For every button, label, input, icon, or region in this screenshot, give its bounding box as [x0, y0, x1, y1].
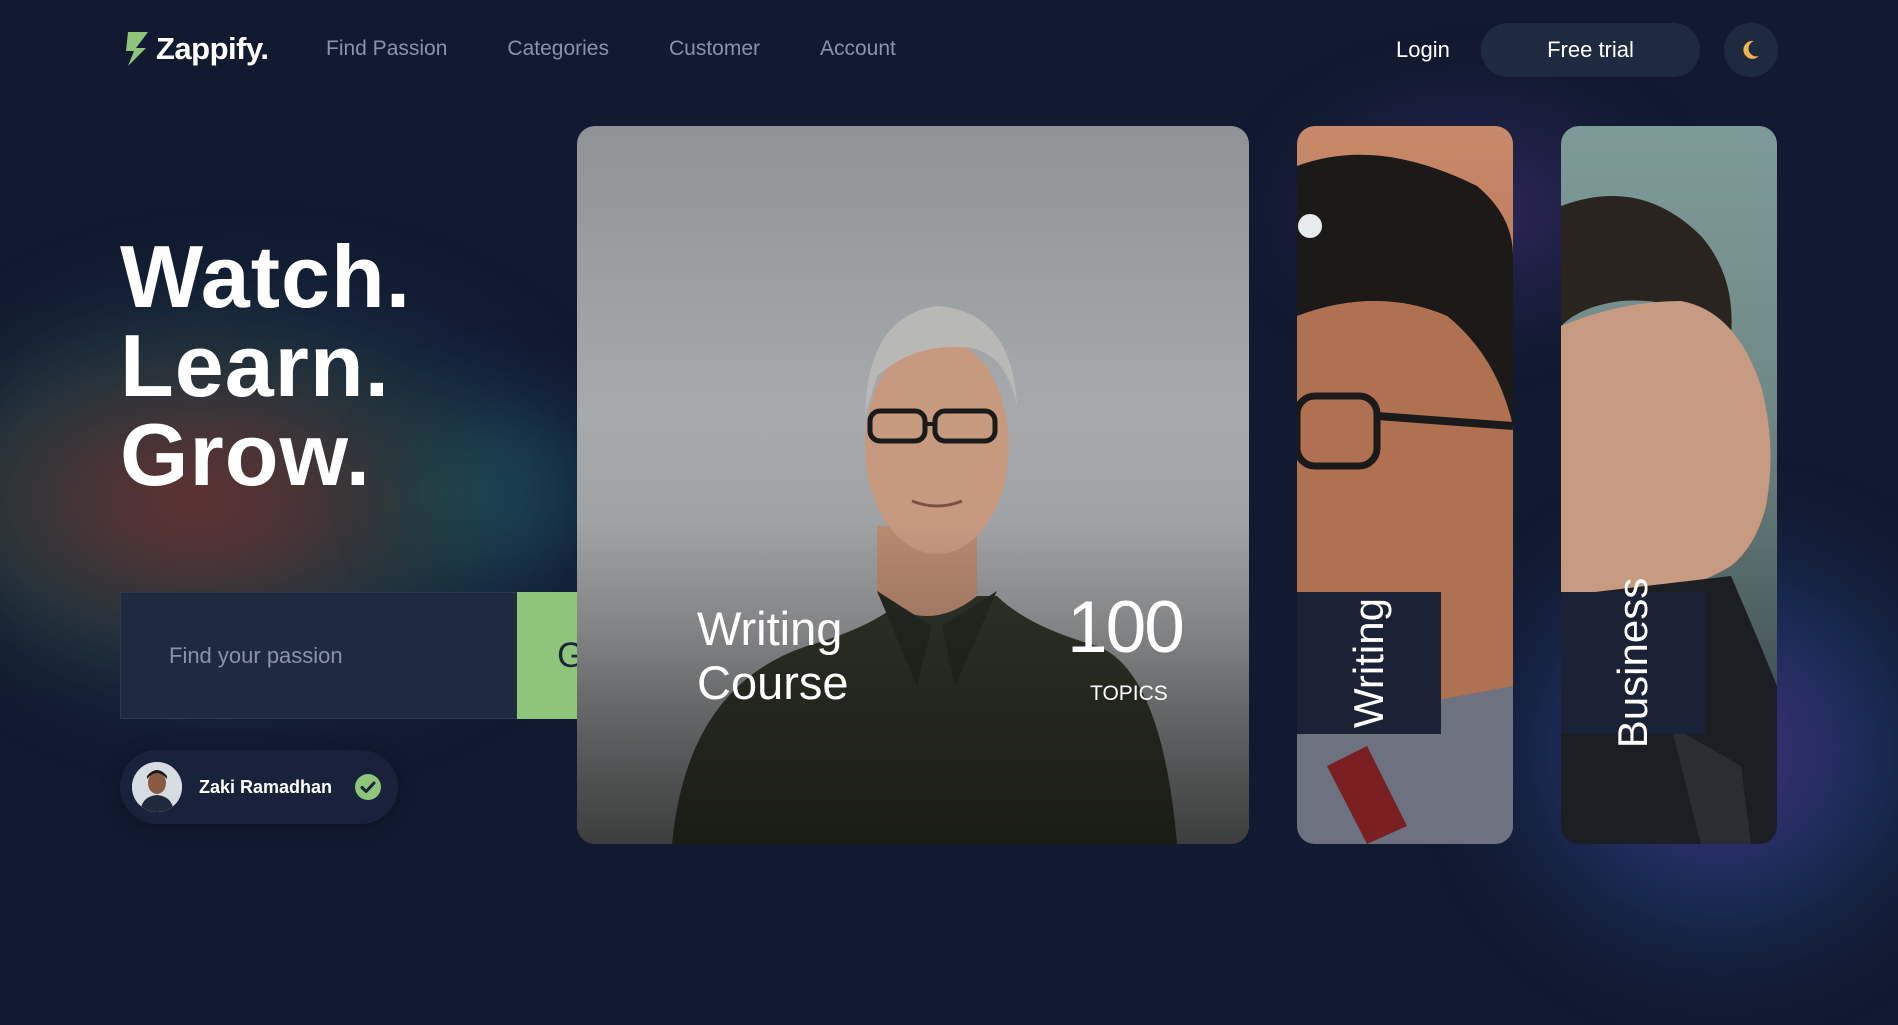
- category-card-business[interactable]: Business: [1561, 126, 1777, 844]
- login-link[interactable]: Login: [1396, 37, 1450, 63]
- featured-course-card[interactable]: Writing Course 100 TOPICS: [577, 126, 1249, 844]
- nav-links: Find Passion Categories Customer Account: [326, 37, 896, 61]
- category-card-writing[interactable]: Writing: [1297, 126, 1513, 844]
- course-title-line1: Writing: [697, 602, 843, 655]
- search-box: [120, 592, 518, 719]
- hero-line-watch: Watch.: [120, 227, 412, 326]
- writing-card-portrait: [1297, 154, 1513, 844]
- nav-link-find-passion[interactable]: Find Passion: [326, 37, 447, 61]
- user-chip[interactable]: Zaki Ramadhan: [120, 750, 398, 824]
- top-navbar: Zappify. Find Passion Categories Custome…: [0, 0, 1898, 100]
- business-card-portrait: [1561, 196, 1777, 844]
- theme-toggle-button[interactable]: [1724, 23, 1778, 77]
- avatar: [132, 762, 182, 812]
- topics-label: TOPICS: [1090, 682, 1168, 705]
- carousel-indicator-dot[interactable]: [1298, 214, 1322, 238]
- moon-icon: [1742, 40, 1760, 60]
- topics-count: 100: [1067, 587, 1185, 668]
- course-title: Writing Course: [697, 602, 849, 710]
- free-trial-button[interactable]: Free trial: [1481, 23, 1700, 77]
- category-label-business: Business: [1609, 577, 1656, 749]
- nav-link-account[interactable]: Account: [820, 37, 896, 61]
- logo-text: Zappify.: [156, 31, 269, 66]
- bolt-logo-icon: [124, 30, 150, 68]
- user-name: Zaki Ramadhan: [199, 776, 333, 797]
- search-input[interactable]: [121, 593, 517, 718]
- hero-line-learn: Learn.: [120, 316, 391, 415]
- writing-label-box: Writing: [1297, 592, 1441, 734]
- check-circle-icon: [354, 773, 382, 801]
- category-label-writing: Writing: [1345, 598, 1392, 728]
- course-title-line2: Course: [697, 656, 849, 709]
- nav-link-customer[interactable]: Customer: [669, 37, 760, 61]
- hero-line-grow: Grow.: [120, 405, 372, 504]
- business-label-box: Business: [1561, 578, 1705, 748]
- nav-link-categories[interactable]: Categories: [507, 37, 609, 61]
- hero-headline: Watch. Learn. Grow.: [120, 232, 411, 499]
- featured-card-overlay: [577, 126, 1249, 844]
- logo[interactable]: Zappify.: [124, 30, 269, 68]
